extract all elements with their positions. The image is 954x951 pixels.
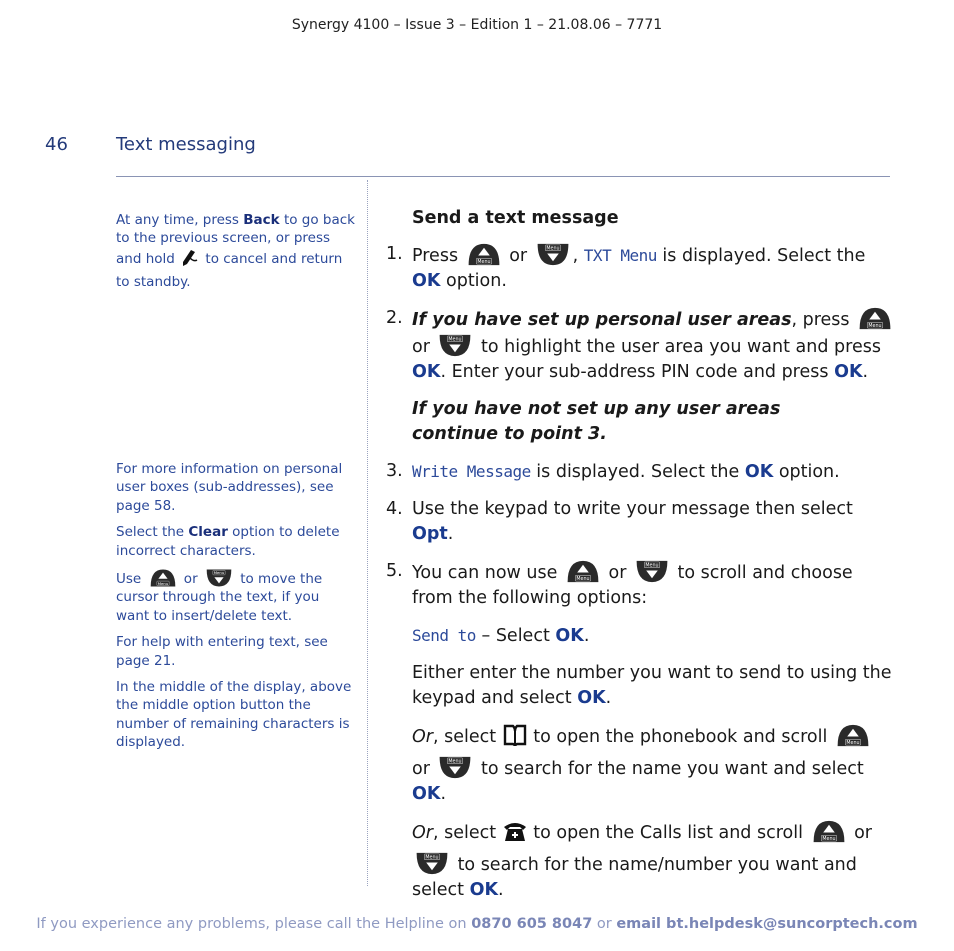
- step-text: or: [412, 759, 436, 779]
- step-text: .: [498, 880, 504, 900]
- menu-down-button-icon: [535, 242, 571, 267]
- step-text: .: [440, 784, 447, 804]
- helpline-phone: 0870 605 8047: [471, 916, 593, 932]
- step-text: Either enter the number you want to send…: [412, 663, 892, 708]
- note-help-text: For help with entering text, see page 21…: [116, 634, 328, 669]
- step-text: . Enter your sub-address PIN code and pr…: [440, 362, 835, 382]
- step-text: .: [862, 362, 869, 382]
- note-user-boxes: For more information on personal user bo…: [116, 461, 343, 514]
- ok-label: OK: [834, 362, 863, 382]
- menu-up-button-icon: [811, 819, 847, 844]
- note-text: Use: [116, 571, 146, 588]
- or-label: Or: [412, 727, 433, 747]
- footer-text: or: [592, 916, 617, 932]
- menu-down-button-icon: [414, 851, 450, 876]
- step-number: 4.: [386, 499, 403, 519]
- note-text: At any time, press: [116, 212, 244, 228]
- note-text: Select the: [116, 524, 189, 541]
- menu-up-button-icon: [835, 723, 871, 748]
- sidebar-notes: For more information on personal user bo…: [116, 460, 356, 760]
- menu-up-button-icon: [148, 568, 178, 588]
- note-text: or: [179, 571, 202, 588]
- step-text: .: [583, 626, 590, 646]
- helpline-email: email bt.helpdesk@suncorptech.com: [616, 916, 918, 932]
- menu-down-button-icon: [204, 568, 234, 588]
- enter-number-text: Either enter the number you want to send…: [412, 661, 896, 711]
- step-text: , press: [791, 310, 856, 330]
- step-text: , select: [432, 823, 502, 843]
- or-label: Or: [412, 823, 433, 843]
- display-text: Write Message: [412, 462, 531, 481]
- phonebook-option: Or, select to open the phonebook and scr…: [412, 723, 896, 807]
- step-number: 2.: [386, 308, 403, 328]
- note-cursor: Use or to move the cursor through the te…: [116, 568, 356, 625]
- step-4: 4. Use the keypad to write your message …: [386, 497, 896, 547]
- page-number: 46: [45, 134, 68, 155]
- header-rule: [116, 176, 890, 177]
- section-title: Text messaging: [116, 134, 256, 155]
- menu-up-button-icon: [857, 306, 893, 331]
- step-text: , select: [432, 727, 502, 747]
- column-divider: [367, 180, 368, 886]
- step-text: or: [503, 246, 533, 266]
- sidebar-note-back: At any time, press Back to go back to th…: [116, 211, 356, 300]
- menu-up-button-icon: [466, 242, 502, 267]
- menu-down-button-icon: [634, 559, 670, 584]
- ok-label: OK: [577, 688, 606, 708]
- step-text: Use the keypad to write your message the…: [412, 499, 853, 519]
- step-text: option.: [773, 462, 840, 482]
- note-clear: Select the Clear option to delete incorr…: [116, 523, 356, 560]
- step-text: to open the phonebook and scroll: [527, 727, 833, 747]
- ok-label: OK: [412, 362, 441, 382]
- footer-text: If you experience any problems, please c…: [36, 916, 472, 932]
- step-text: or: [412, 337, 436, 357]
- clear-label: Clear: [188, 524, 228, 541]
- no-user-areas-note: If you have not set up any user areas co…: [412, 399, 781, 444]
- back-label: Back: [243, 212, 280, 228]
- ok-label: OK: [412, 784, 441, 804]
- menu-up-button-icon: [565, 559, 601, 584]
- end-call-icon: [179, 248, 201, 273]
- step-number: 3.: [386, 461, 403, 481]
- step-number: 5.: [386, 561, 403, 581]
- step-text: to open the Calls list and scroll: [527, 823, 809, 843]
- note-remaining-chars: In the middle of the display, above the …: [116, 679, 352, 751]
- calls-list-icon: [502, 819, 528, 851]
- step-text: .: [605, 688, 612, 708]
- opt-label: Opt: [412, 524, 448, 544]
- ok-label: OK: [412, 271, 441, 291]
- step-text: .: [447, 524, 454, 544]
- menu-down-button-icon: [437, 333, 473, 358]
- step-1: 1. Press or , TXT Menu is displayed. Sel…: [386, 242, 896, 294]
- ok-label: OK: [744, 462, 774, 482]
- step-text: ,: [572, 246, 584, 266]
- ok-label: OK: [469, 880, 498, 900]
- document-header: Synergy 4100 – Issue 3 – Edition 1 – 21.…: [291, 17, 663, 33]
- ok-label: OK: [555, 626, 584, 646]
- calls-list-option: Or, select to open the Calls list and sc…: [412, 819, 896, 903]
- helpline-footer: If you experience any problems, please c…: [0, 916, 954, 932]
- step-text: Press: [412, 246, 464, 266]
- step-text: – Select: [475, 626, 556, 646]
- main-content: Send a text message 1. Press or , TXT Me…: [386, 206, 896, 915]
- step-text: to highlight the user area you want and …: [475, 337, 881, 357]
- step-text: option.: [440, 271, 507, 291]
- step-text: is displayed. Select the: [530, 462, 745, 482]
- step-text: is displayed. Select the: [656, 246, 866, 266]
- step-number: 1.: [386, 244, 403, 264]
- phonebook-icon: [502, 723, 528, 755]
- display-text: Send to: [412, 626, 476, 645]
- step-text: You can now use: [412, 563, 563, 583]
- step-2: 2. If you have set up personal user area…: [386, 306, 896, 385]
- step-5: 5. You can now use or to scroll and choo…: [386, 559, 896, 611]
- condition-text: If you have set up personal user areas: [412, 310, 792, 330]
- menu-down-button-icon: [437, 755, 473, 780]
- display-text: TXT Menu: [583, 246, 658, 265]
- step-3: 3. Write Message is displayed. Select th…: [386, 459, 896, 485]
- step-text: or: [602, 563, 632, 583]
- step-text: to search for the name you want and sele…: [475, 759, 864, 779]
- section-heading: Send a text message: [412, 208, 619, 228]
- step-text: or: [848, 823, 872, 843]
- send-to-option: Send to – Select OK.: [412, 623, 896, 649]
